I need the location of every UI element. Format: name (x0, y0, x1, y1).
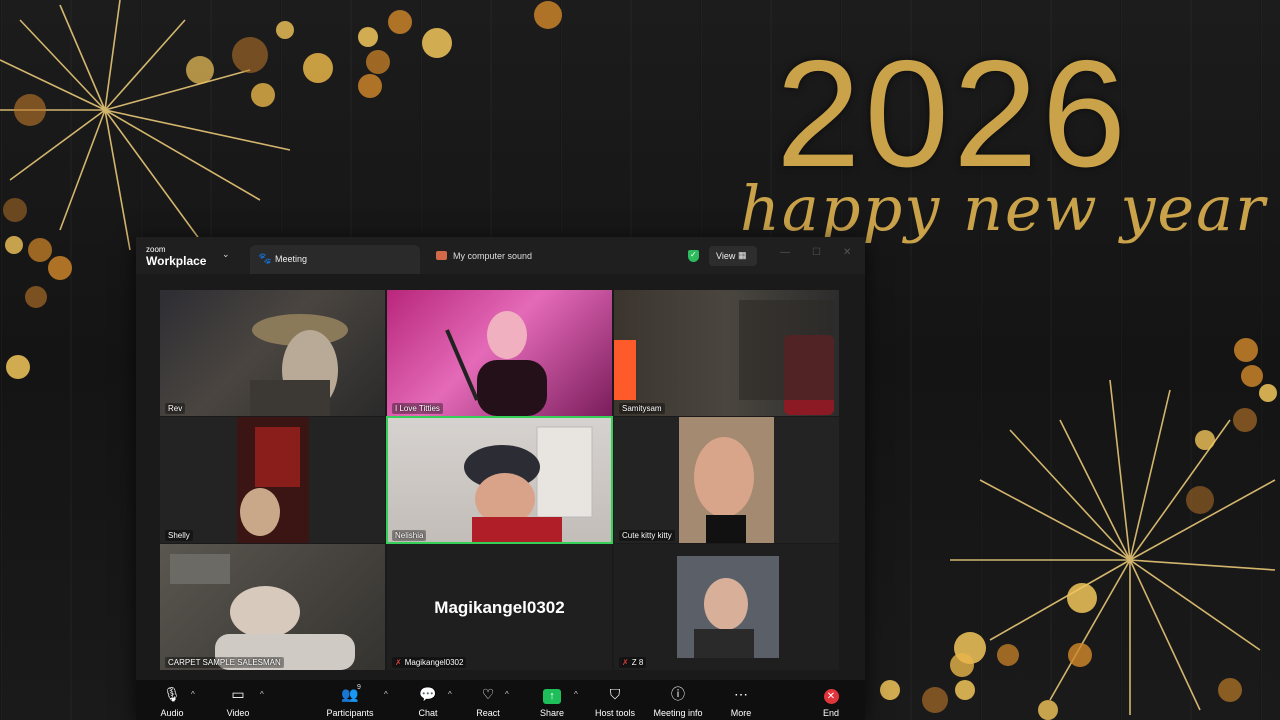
end-label: End (822, 708, 839, 718)
end-icon-wrap: ✕ (801, 686, 861, 704)
paw-icon: 🐾 (258, 253, 272, 265)
react-button[interactable]: ♡ React (458, 680, 518, 720)
video-tile-shelly[interactable]: Shelly (160, 417, 385, 543)
video-tile-z8[interactable]: ✗ Z 8 (614, 544, 839, 670)
video-tile-cute-kitty-kitty[interactable]: Cute kitty kitty (614, 417, 839, 543)
participant-video (677, 556, 779, 658)
share-options-chevron-icon[interactable]: ^ (574, 690, 578, 699)
participant-video (464, 426, 593, 543)
view-label: View (716, 251, 736, 261)
participant-video (170, 554, 355, 670)
participants-button[interactable]: 👥 9 Participants (320, 680, 380, 720)
tab-meeting[interactable]: 🐾 Meeting (250, 245, 420, 274)
participant-video (445, 311, 547, 416)
participants-icon: 👥 (341, 686, 359, 702)
participant-video (614, 300, 834, 415)
year-title: 2026 (776, 29, 1131, 199)
grid-icon: ▦ (738, 250, 746, 260)
participants-options-chevron-icon[interactable]: ^ (384, 690, 388, 699)
participants-label: Participants (326, 708, 374, 718)
video-tile-magikangel0302[interactable]: Magikangel0302 ✗ Magikangel0302 (387, 544, 612, 670)
participant-name: Magikangel0302 (404, 658, 464, 667)
minimize-icon[interactable]: — (780, 247, 790, 258)
meeting-info-button[interactable]: ⓘ Meeting info (648, 680, 708, 720)
video-button[interactable]: ▭ Video (208, 680, 268, 720)
brand-small: zoom (146, 245, 166, 254)
participant-name-tag: ✗ Magikangel0302 (392, 657, 467, 668)
participant-name-tag: ✗ Z 8 (619, 657, 647, 668)
video-label: Video (226, 708, 250, 718)
muted-mic-icon: ✗ (622, 658, 629, 667)
shield-icon: ⛉ (609, 686, 621, 702)
title-bar: zoom Workplace ⌄ 🐾 Meeting My computer s… (136, 237, 865, 274)
participant-name: CARPET SAMPLE SALESMAN (165, 657, 284, 668)
tab-sound-label: My computer sound (453, 251, 533, 261)
meeting-toolbar: 🎙 Audio ^ ▭ Video ^ 👥 9 Participants ^ 💬… (136, 680, 865, 720)
muted-mic-icon: ✗ (395, 658, 402, 667)
video-tile-samitysam[interactable]: Samitysam (614, 290, 839, 416)
participant-name: Samitysam (619, 403, 665, 414)
zoom-workplace-logo[interactable]: zoom Workplace (146, 245, 207, 268)
shield-icon[interactable] (688, 250, 699, 262)
participant-video (679, 417, 774, 543)
share-screen-icon: ↑ (543, 689, 561, 704)
host-tools-button[interactable]: ⛉ Host tools (585, 680, 645, 720)
greeting-text: happy new year (740, 172, 1267, 245)
tab-computer-sound[interactable]: My computer sound (436, 251, 532, 261)
chat-options-chevron-icon[interactable]: ^ (448, 690, 452, 699)
participant-count: 9 (357, 684, 361, 691)
more-icon: ⋯ (734, 686, 748, 702)
share-button[interactable]: ↑ Share (522, 680, 582, 720)
more-label: More (730, 708, 752, 718)
brand-big: Workplace (146, 254, 207, 268)
react-options-chevron-icon[interactable]: ^ (505, 690, 509, 699)
view-button[interactable]: View ▦ (709, 246, 757, 266)
video-options-chevron-icon[interactable]: ^ (260, 690, 264, 699)
end-call-icon: ✕ (823, 689, 839, 704)
end-button[interactable]: ✕ End (801, 680, 861, 720)
maximize-icon[interactable]: ☐ (812, 247, 821, 258)
video-tile-nelishia[interactable]: Nelishia (386, 416, 613, 544)
tab-meeting-label: Meeting (275, 254, 308, 264)
participant-display-name: Magikangel0302 (434, 598, 565, 617)
video-tile-carpet-sample-salesman[interactable]: CARPET SAMPLE SALESMAN (160, 544, 385, 670)
sound-share-icon (436, 251, 447, 260)
audio-button[interactable]: 🎙 Audio (142, 680, 202, 720)
participant-name: Z 8 (631, 658, 644, 667)
participant-video (237, 417, 309, 543)
participant-video (250, 314, 348, 416)
close-icon[interactable]: ✕ (843, 247, 851, 258)
chevron-down-icon[interactable]: ⌄ (222, 249, 230, 260)
share-icon-wrap: ↑ (522, 686, 582, 704)
zoom-window: zoom Workplace ⌄ 🐾 Meeting My computer s… (136, 237, 865, 720)
participant-name: Nelishia (392, 530, 427, 541)
video-tile-rev[interactable]: Rev (160, 290, 385, 416)
info-icon: ⓘ (671, 686, 685, 702)
video-camera-icon: ▭ (231, 686, 245, 702)
participant-name: Cute kitty kitty (619, 530, 675, 541)
video-tile-i-love-titties[interactable]: I Love Titties (387, 290, 612, 416)
heart-icon: ♡ (481, 686, 495, 702)
participant-name: I Love Titties (392, 403, 443, 414)
audio-options-chevron-icon[interactable]: ^ (191, 690, 195, 699)
more-button[interactable]: ⋯ More (711, 680, 771, 720)
participant-name: Rev (165, 403, 186, 414)
participant-name: Shelly (165, 530, 193, 541)
